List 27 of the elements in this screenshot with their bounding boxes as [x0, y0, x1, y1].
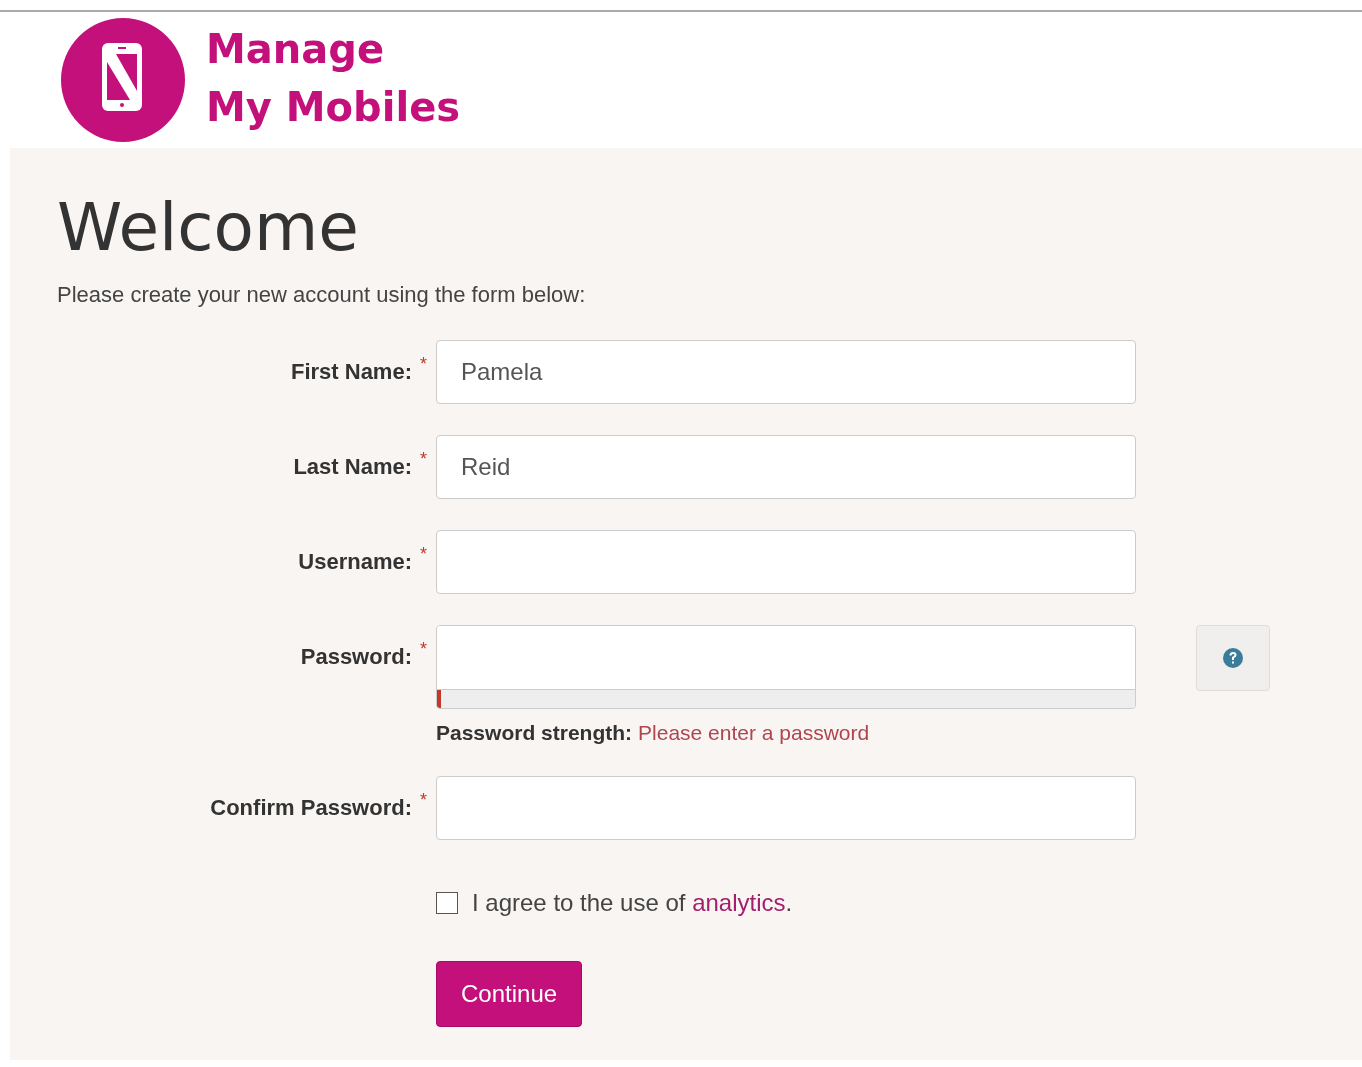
required-mark: * [420, 790, 428, 811]
field-label: Last Name: [293, 454, 412, 480]
text-field[interactable] [436, 776, 1136, 840]
password-field[interactable] [437, 626, 1135, 690]
page-title: Welcome [57, 188, 360, 268]
field-label: Confirm Password: [210, 795, 412, 821]
phone-logo-icon [60, 17, 186, 143]
required-mark: * [420, 544, 428, 565]
agree-checkbox[interactable] [436, 892, 458, 914]
required-mark: * [420, 449, 428, 470]
field-label: First Name: [290, 359, 412, 385]
continue-button[interactable]: Continue [436, 961, 583, 1027]
analytics-link[interactable]: analytics [692, 889, 786, 916]
field-label: Username: [298, 549, 412, 575]
help-button[interactable] [1196, 625, 1270, 691]
logo-text: Manage My Mobiles [206, 25, 461, 132]
strength-label: Password strength: [436, 721, 633, 744]
agree-text: I agree to the use of analytics. [472, 889, 793, 917]
text-field[interactable]: Reid [436, 435, 1136, 499]
intro-text: Please create your new account using the form below: [57, 282, 587, 308]
required-mark: * [420, 354, 428, 375]
help-icon [1222, 647, 1244, 669]
strength-message: Please enter a password [638, 721, 870, 744]
required-mark: * [420, 639, 428, 660]
text-field[interactable] [436, 530, 1136, 594]
text-field[interactable]: Pamela [436, 340, 1136, 404]
field-label: Password: [300, 644, 412, 670]
